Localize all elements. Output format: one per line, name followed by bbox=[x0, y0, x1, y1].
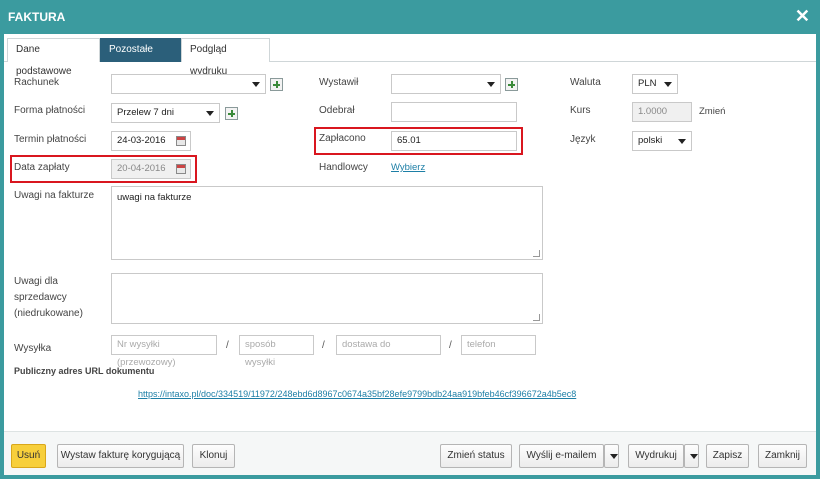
add-rachunek-icon[interactable] bbox=[270, 78, 283, 91]
close-button[interactable]: Zamknij bbox=[758, 444, 807, 468]
dialog-footer: Usuń Wystaw fakturę korygującą Klonuj Zm… bbox=[4, 431, 816, 475]
rachunek-select[interactable] bbox=[111, 74, 266, 94]
termin-platnosci-value: 24-03-2016 bbox=[117, 135, 166, 146]
uwagi-na-fakturze-label: Uwagi na fakturze bbox=[14, 190, 95, 201]
wybierz-link[interactable]: Wybierz bbox=[391, 162, 425, 173]
chevron-down-icon bbox=[690, 454, 698, 459]
wysylka-separator: / bbox=[322, 340, 325, 351]
forma-platnosci-value: Przelew 7 dni bbox=[117, 107, 175, 118]
dialog-titlebar: FAKTURA ✕ bbox=[0, 0, 820, 34]
data-zaplaty-label: Data zapłaty bbox=[14, 162, 70, 173]
termin-platnosci-input[interactable]: 24-03-2016 bbox=[111, 131, 191, 151]
wystawil-label: Wystawił bbox=[319, 77, 359, 88]
odebral-input[interactable] bbox=[391, 102, 517, 122]
uwagi-dla-sprzedawcy-label-3: (niedrukowane) bbox=[14, 308, 83, 319]
public-url-link[interactable]: https://intaxo.pl/doc/334519/11972/248eb… bbox=[138, 389, 576, 399]
odebral-label: Odebrał bbox=[319, 105, 355, 116]
zaplacono-label: Zapłacono bbox=[319, 133, 366, 144]
send-email-button[interactable]: Wyślij e-mailem bbox=[519, 444, 604, 468]
waluta-select[interactable]: PLN bbox=[632, 74, 678, 94]
chevron-down-icon bbox=[206, 111, 214, 116]
termin-platnosci-label: Termin płatności bbox=[14, 134, 87, 145]
jezyk-value: polski bbox=[638, 135, 663, 146]
tab-bar: Dane podstawowe Pozostałe dane Podgląd w… bbox=[4, 38, 816, 77]
calendar-icon[interactable] bbox=[176, 164, 186, 174]
wysylka-dostawa-input[interactable]: dostawa do bbox=[336, 335, 441, 355]
jezyk-label: Język bbox=[570, 134, 596, 145]
data-zaplaty-value: 20-04-2016 bbox=[117, 163, 166, 174]
tab-pozostale-dane[interactable]: Pozostałe dane bbox=[100, 38, 181, 77]
chevron-down-icon bbox=[678, 139, 686, 144]
rachunek-label: Rachunek bbox=[14, 77, 60, 88]
waluta-value: PLN bbox=[638, 78, 657, 89]
corrective-invoice-button[interactable]: Wystaw fakturę korygującą bbox=[57, 444, 184, 468]
print-button[interactable]: Wydrukuj bbox=[628, 444, 684, 468]
uwagi-dla-sprzedawcy-label-1: Uwagi dla bbox=[14, 276, 58, 287]
zaplacono-value: 65.01 bbox=[397, 135, 421, 146]
print-dropdown[interactable] bbox=[684, 444, 699, 468]
forma-platnosci-label: Forma płatności bbox=[14, 105, 86, 116]
kurs-value: 1.0000 bbox=[638, 106, 668, 117]
dialog-body: Dane podstawowe Pozostałe dane Podgląd w… bbox=[4, 34, 816, 475]
jezyk-select[interactable]: polski bbox=[632, 131, 692, 151]
uwagi-na-fakturze-value: uwagi na fakturze bbox=[117, 192, 192, 203]
calendar-icon[interactable] bbox=[176, 136, 186, 146]
chevron-down-icon bbox=[252, 82, 260, 87]
invoice-dialog: FAKTURA ✕ Dane podstawowe Pozostałe dane… bbox=[0, 0, 820, 479]
add-wystawil-icon[interactable] bbox=[505, 78, 518, 91]
public-url-label: Publiczny adres URL dokumentu bbox=[14, 366, 155, 376]
uwagi-na-fakturze-textarea[interactable]: uwagi na fakturze bbox=[111, 186, 543, 260]
chevron-down-icon bbox=[664, 82, 672, 87]
uwagi-dla-sprzedawcy-label-2: sprzedawcy bbox=[14, 292, 67, 303]
dialog-title: FAKTURA bbox=[8, 10, 66, 24]
wysylka-sposob-input[interactable]: sposób wysyłki bbox=[239, 335, 314, 368]
data-zaplaty-input[interactable]: 20-04-2016 bbox=[111, 159, 191, 179]
delete-button[interactable]: Usuń bbox=[11, 444, 46, 468]
waluta-label: Waluta bbox=[570, 77, 601, 88]
chevron-down-icon bbox=[610, 454, 618, 459]
wysylka-dostawa-placeholder: dostawa do bbox=[342, 339, 391, 350]
wysylka-nr-placeholder: Nr wysyłki (przewozowy) bbox=[117, 339, 176, 368]
kurs-zmien[interactable]: Zmień bbox=[699, 106, 725, 117]
kurs-input[interactable]: 1.0000 bbox=[632, 102, 692, 122]
wysylka-sposob-placeholder: sposób wysyłki bbox=[245, 339, 276, 368]
change-status-button[interactable]: Zmień status bbox=[440, 444, 512, 468]
uwagi-dla-sprzedawcy-textarea[interactable] bbox=[111, 273, 543, 324]
wystawil-select[interactable] bbox=[391, 74, 501, 94]
save-button[interactable]: Zapisz bbox=[706, 444, 749, 468]
wysylka-telefon-input[interactable]: telefon bbox=[461, 335, 536, 355]
chevron-down-icon bbox=[487, 82, 495, 87]
wysylka-label: Wysyłka bbox=[14, 343, 52, 354]
resize-grip-icon[interactable] bbox=[533, 250, 540, 257]
resize-grip-icon[interactable] bbox=[533, 314, 540, 321]
zaplacono-input[interactable]: 65.01 bbox=[391, 131, 517, 151]
wysylka-nr-input[interactable]: Nr wysyłki (przewozowy) bbox=[111, 335, 217, 368]
tab-dane-podstawowe[interactable]: Dane podstawowe bbox=[7, 38, 100, 77]
forma-platnosci-select[interactable]: Przelew 7 dni bbox=[111, 103, 220, 123]
tab-podglad-wydruku[interactable]: Podgląd wydruku bbox=[181, 38, 270, 77]
handlowcy-label: Handlowcy bbox=[319, 162, 368, 173]
clone-button[interactable]: Klonuj bbox=[192, 444, 235, 468]
wysylka-telefon-placeholder: telefon bbox=[467, 339, 496, 350]
wysylka-separator: / bbox=[449, 340, 452, 351]
close-icon[interactable]: ✕ bbox=[795, 6, 810, 27]
send-email-dropdown[interactable] bbox=[604, 444, 619, 468]
wysylka-separator: / bbox=[226, 340, 229, 351]
kurs-label: Kurs bbox=[570, 105, 591, 116]
add-forma-platnosci-icon[interactable] bbox=[225, 107, 238, 120]
